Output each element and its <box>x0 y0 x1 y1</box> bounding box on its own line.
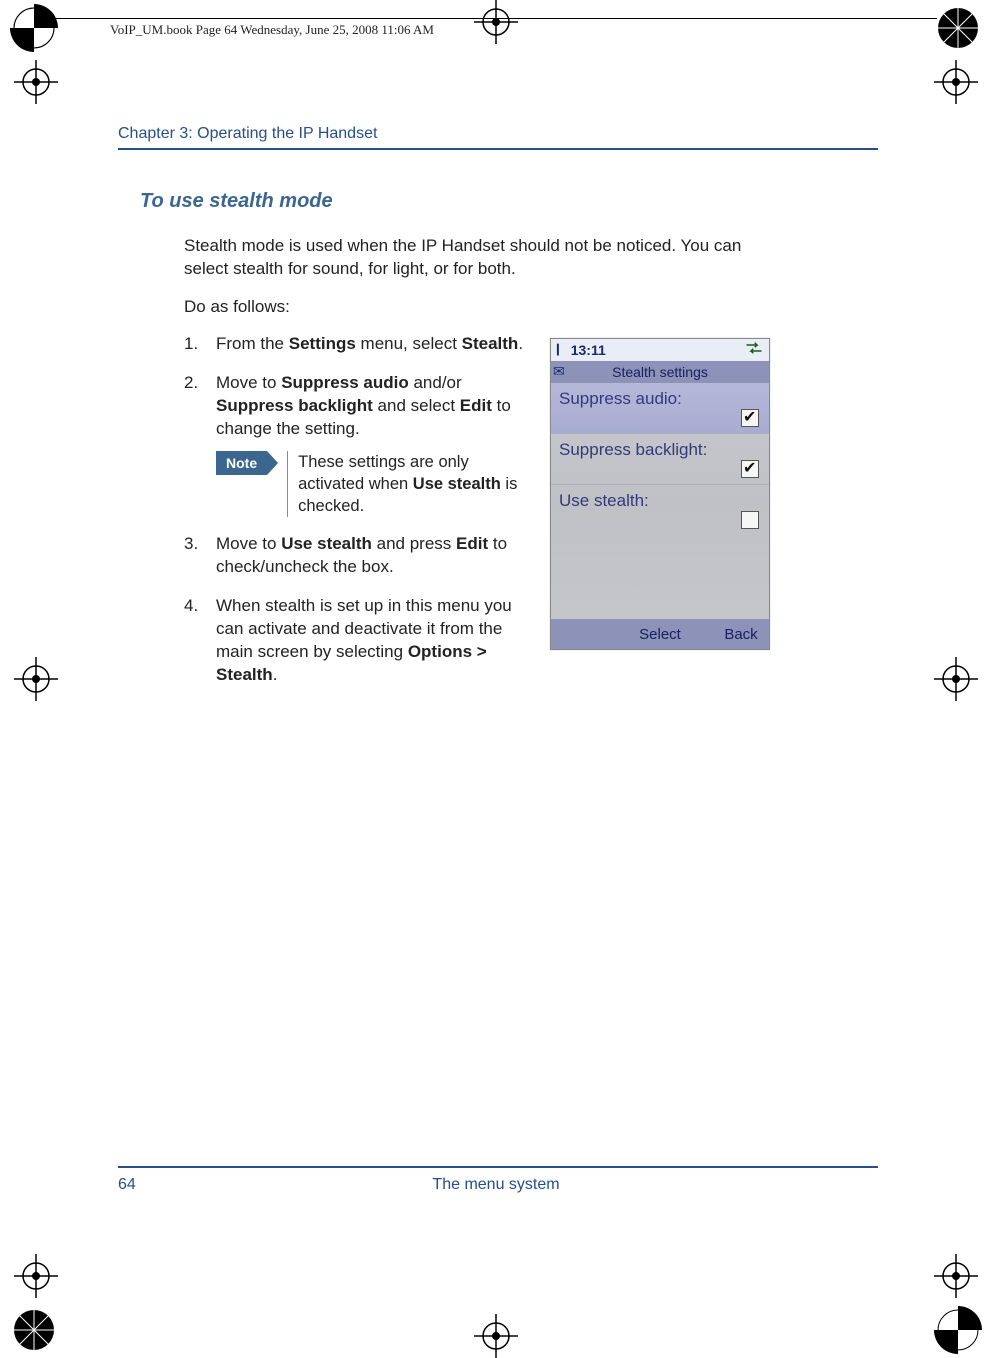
step-number: 3. <box>184 533 198 556</box>
phone-row-suppress-audio[interactable]: Suppress audio: <box>551 383 769 433</box>
crop-mark-icon <box>934 60 978 104</box>
phone-screenshot: ▎ 13:11 ✉ Stealth settings Suppress audi… <box>550 338 770 650</box>
phone-row-label: Suppress audio: <box>559 389 682 408</box>
footer-section-title: The menu system <box>0 1176 992 1194</box>
crop-mark-icon <box>934 657 978 701</box>
note-block: Note These settings are only activated w… <box>216 451 539 518</box>
chapter-header: Chapter 3: Operating the IP Handset <box>118 125 377 143</box>
signal-icon: ▎ <box>557 345 565 356</box>
crop-mark-icon <box>14 60 58 104</box>
step-text: Move to Use stealth and press Edit to ch… <box>216 534 507 576</box>
mail-icon: ✉ <box>553 363 565 380</box>
step-number: 1. <box>184 333 198 356</box>
crop-mark-icon <box>14 1254 58 1298</box>
phone-screen-title: Stealth settings <box>551 361 769 383</box>
crop-mark-icon <box>14 657 58 701</box>
note-text: These settings are only activated when U… <box>287 451 539 518</box>
footer-rule <box>118 1166 878 1168</box>
registration-mark-bottom-right <box>934 1306 982 1354</box>
step-text: Move to Suppress audio and/or Suppress b… <box>216 373 511 438</box>
phone-row-use-stealth[interactable]: Use stealth: <box>551 485 769 535</box>
step-number: 2. <box>184 372 198 395</box>
softkey-select[interactable]: Select <box>607 626 713 643</box>
crop-mark-icon <box>474 0 518 44</box>
print-header-rule <box>55 18 937 19</box>
step-text: From the Settings menu, select Stealth. <box>216 334 523 353</box>
checkbox-checked-icon[interactable] <box>741 460 759 478</box>
step-3: 3. Move to Use stealth and press Edit to… <box>184 533 539 579</box>
crop-mark-icon <box>934 1254 978 1298</box>
do-as-follows: Do as follows: <box>184 297 780 317</box>
registration-mark-top-right <box>934 4 982 52</box>
step-1: 1. From the Settings menu, select Stealt… <box>184 333 539 356</box>
phone-body: Suppress audio: Suppress backlight: Use … <box>551 383 769 619</box>
checkbox-unchecked-icon[interactable] <box>741 511 759 529</box>
note-badge: Note <box>216 451 267 475</box>
step-number: 4. <box>184 595 198 618</box>
phone-row-label: Suppress backlight: <box>559 440 707 459</box>
sync-arrows-icon <box>745 341 763 360</box>
intro-paragraph: Stealth mode is used when the IP Handset… <box>184 235 774 281</box>
softkey-back[interactable]: Back <box>713 626 769 643</box>
step-text: When stealth is set up in this menu you … <box>216 596 512 684</box>
phone-status-bar: ▎ 13:11 <box>551 339 769 361</box>
print-header: VoIP_UM.book Page 64 Wednesday, June 25,… <box>110 22 434 38</box>
section-title: To use stealth mode <box>140 190 780 213</box>
step-2: 2. Move to Suppress audio and/or Suppres… <box>184 372 539 518</box>
crop-mark-icon <box>474 1314 518 1358</box>
step-4: 4. When stealth is set up in this menu y… <box>184 595 539 687</box>
chapter-header-rule <box>118 148 878 150</box>
registration-mark-top-left <box>10 4 58 52</box>
steps-list: 1. From the Settings menu, select Stealt… <box>184 333 539 687</box>
registration-mark-bottom-left <box>10 1306 58 1354</box>
phone-time: 13:11 <box>571 342 739 358</box>
phone-row-label: Use stealth: <box>559 491 649 510</box>
phone-row-suppress-backlight[interactable]: Suppress backlight: <box>551 434 769 484</box>
phone-softkey-bar: Select Back <box>551 619 769 649</box>
checkbox-checked-icon[interactable] <box>741 409 759 427</box>
